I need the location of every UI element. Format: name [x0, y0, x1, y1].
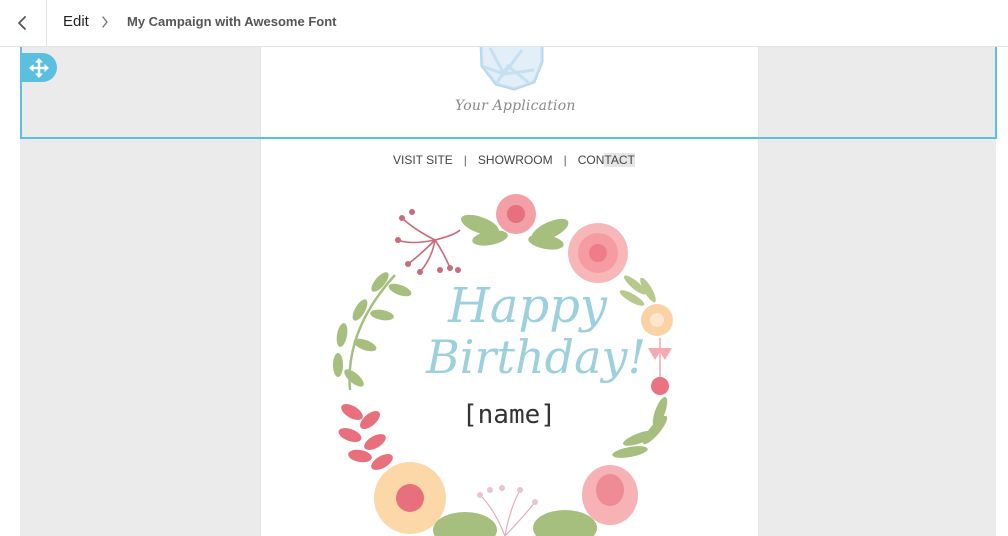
- nav-contact-highlight: TACT: [604, 153, 635, 167]
- logo-text: Your Application: [455, 98, 576, 114]
- editor-gutter: [996, 47, 1008, 536]
- hexagon-logo-icon: [479, 44, 544, 91]
- nav-contact-prefix: CON: [577, 153, 605, 167]
- hero-line-2: Birthday!: [426, 330, 646, 384]
- email-nav: VISIT SITE | SHOWROOM | CONTACT: [393, 153, 635, 167]
- name-placeholder[interactable]: [name]: [462, 400, 556, 430]
- nav-separator: |: [563, 153, 567, 167]
- back-button[interactable]: [0, 0, 47, 46]
- breadcrumb-edit[interactable]: Edit: [63, 13, 89, 30]
- campaign-title: My Campaign with Awesome Font: [127, 14, 337, 29]
- hero-line-1: Happy: [448, 278, 608, 334]
- nav-showroom[interactable]: SHOWROOM: [478, 153, 553, 167]
- nav-separator: |: [463, 153, 467, 167]
- move-handle[interactable]: [20, 53, 57, 82]
- top-bar: Edit My Campaign with Awesome Font: [0, 0, 1008, 47]
- nav-contact[interactable]: CONTACT: [578, 153, 635, 167]
- chevron-right-icon: [102, 16, 108, 28]
- move-arrows-icon: [28, 57, 49, 78]
- nav-visit-site[interactable]: VISIT SITE: [393, 153, 453, 167]
- chevron-left-icon: [18, 16, 26, 30]
